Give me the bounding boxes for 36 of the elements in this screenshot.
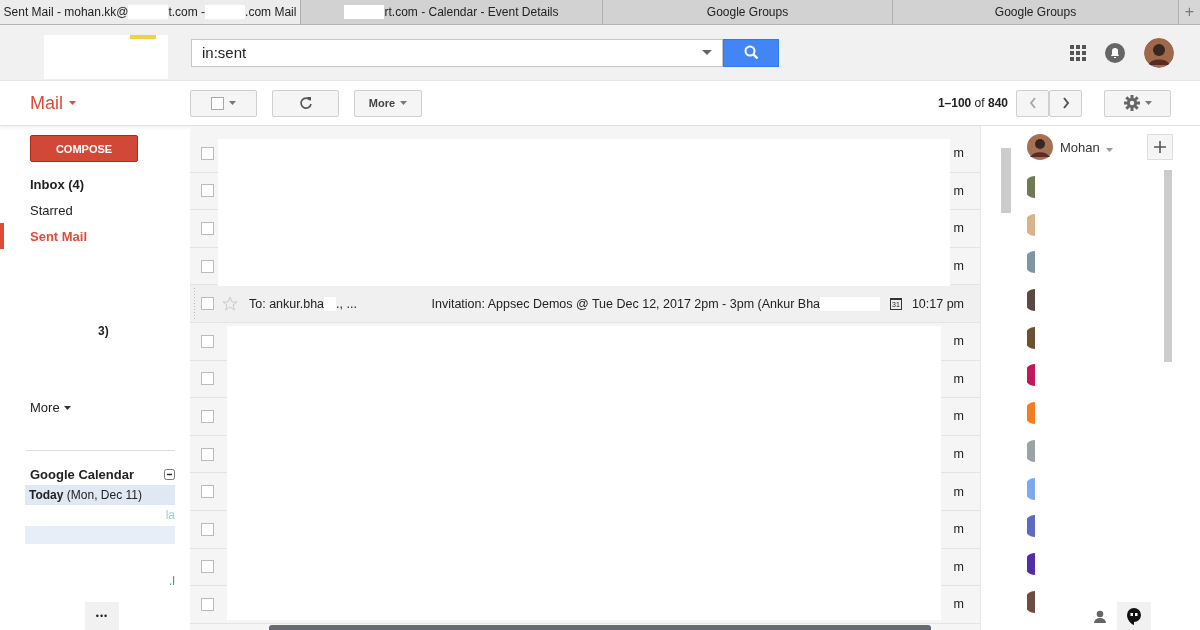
calendar-today-header: Today (Mon, Dec 11)	[25, 485, 175, 505]
browser-tab[interactable]: Google Groups	[603, 0, 893, 24]
email-sender: To: ankur.bha	[249, 296, 325, 311]
event-text-fragment: .l	[168, 574, 175, 588]
email-subject: Invitation: Appsec Demos @ Tue Dec 12, 2017 2pm - 3pm (Ankur Bha	[431, 296, 821, 311]
more-link[interactable]: More	[30, 400, 190, 415]
email-time-fragment: m	[953, 484, 964, 499]
folder-link[interactable]: Inbox (4)	[0, 171, 190, 197]
compose-button[interactable]: COMPOSE	[30, 135, 138, 162]
email-time-fragment: m	[953, 371, 964, 386]
pagination-count: 1–100 of 840	[937, 96, 1008, 110]
browser-tab[interactable]: Sent Mail - mohan.kk@ t.com - .com Mail	[0, 0, 301, 24]
chat-user-menu[interactable]: Mohan	[1060, 139, 1113, 155]
app-menu[interactable]: Mail	[0, 92, 190, 114]
email-sender: ., ...	[336, 296, 357, 311]
calendar-title: Google Calendar	[30, 467, 135, 482]
search-field[interactable]: in:sent	[191, 38, 723, 67]
email-time-fragment: m	[953, 183, 964, 198]
more-button[interactable]: More	[354, 89, 422, 117]
folder-link[interactable]: Sent Mail	[0, 223, 190, 249]
browser-tab[interactable]: Google Groups	[893, 0, 1179, 24]
email-time-fragment: m	[953, 559, 964, 574]
email-time-fragment: m	[953, 597, 964, 612]
email-time-fragment: m	[953, 259, 964, 274]
email-time-fragment: m	[953, 522, 964, 537]
more-options-button[interactable]: •••	[85, 602, 119, 630]
folder-link[interactable]: Starred	[0, 197, 190, 223]
event-text-fragment: la	[164, 508, 175, 522]
folder-label-fragment: 3)	[98, 324, 110, 338]
email-time-fragment: m	[953, 221, 964, 236]
email-time: 10:17 pm	[911, 296, 964, 311]
email-time-fragment: m	[953, 334, 964, 349]
email-time-fragment: m	[953, 409, 964, 424]
email-time-fragment: m	[953, 447, 964, 462]
browser-tab[interactable]: rt.com - Calendar - Event Details	[301, 0, 603, 24]
email-time-fragment: m	[953, 146, 964, 161]
